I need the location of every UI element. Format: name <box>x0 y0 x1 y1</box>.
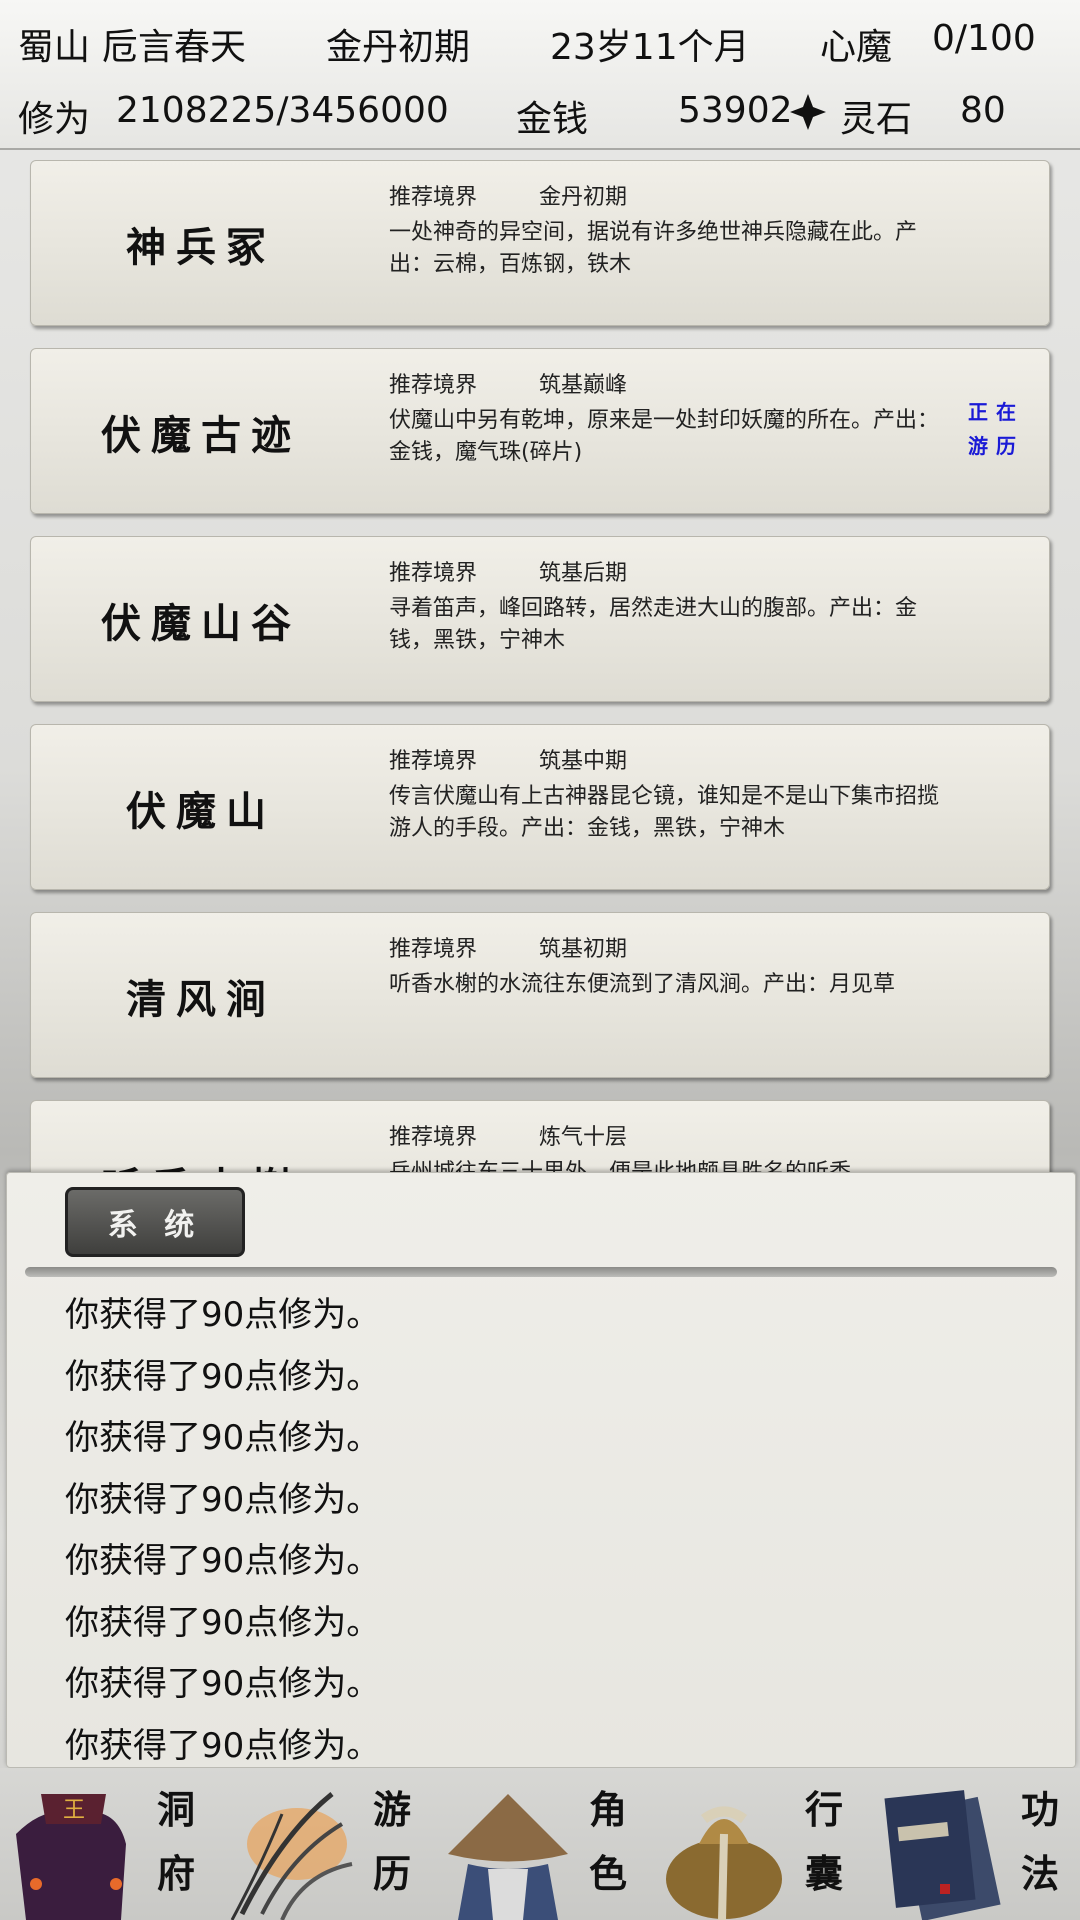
traveling-status-badge: 正在游历 <box>968 400 1024 458</box>
log-message: 你获得了90点修为。 <box>65 1602 381 1643</box>
system-tab[interactable]: 系 统 <box>65 1187 245 1257</box>
spirit-stone-icon <box>790 94 826 130</box>
player-realm: 金丹初期 <box>326 27 471 68</box>
player-name: 卮言春天 <box>102 27 247 68</box>
log-message: 你获得了90点修为。 <box>65 1541 381 1581</box>
location-card[interactable]: 神兵冢 推荐境界 金丹初期 一处神奇的异空间，据说有许多绝世神兵隐藏在此。产出：… <box>30 160 1050 326</box>
recommended-realm-label: 推荐境界 <box>389 185 478 210</box>
location-description: 寻着笛声，峰回路转，居然走进大山的腹部。产出：金钱，黑铁，宁神木 <box>389 596 918 653</box>
location-name: 清风涧 <box>126 976 276 1023</box>
recommended-realm-value: 筑基中期 <box>539 749 628 774</box>
recommended-realm-label: 推荐境界 <box>389 937 478 962</box>
demon-value: 0/100 <box>932 18 1036 59</box>
system-message-panel: 系 统 你获得了90点修为。 你获得了90点修为。 你获得了90点修为。 你获得… <box>6 1172 1076 1768</box>
status-bar: 蜀山 卮言春天 金丹初期 23岁11个月 心魔 0/100 修为 2108225… <box>0 0 1080 150</box>
player-age: 23岁11个月 <box>550 27 750 68</box>
demon-label: 心魔 <box>820 27 893 68</box>
bag-icon <box>666 1806 782 1920</box>
nav-label: 游历 <box>372 1787 411 1896</box>
location-description: 一处神奇的异空间，据说有许多绝世神兵隐藏在此。产出：云棉，百炼钢，铁木 <box>389 220 918 277</box>
money-value: 53902 <box>678 90 793 131</box>
recommended-realm-value: 筑基巅峰 <box>539 373 628 398</box>
recommended-realm-label: 推荐境界 <box>389 561 478 586</box>
money-label: 金钱 <box>516 99 589 140</box>
recommended-realm-value: 筑基后期 <box>539 561 628 586</box>
log-message: 你获得了90点修为。 <box>65 1418 381 1458</box>
nav-skills[interactable]: 功法 <box>864 1768 1080 1920</box>
stone-label: 灵石 <box>840 99 913 140</box>
recommended-realm-label: 推荐境界 <box>389 373 478 398</box>
location-name: 伏魔古迹 <box>101 412 301 459</box>
cave-dwelling-icon: 王 <box>16 1794 126 1920</box>
cultivation-label: 修为 <box>18 99 91 140</box>
character-icon <box>448 1794 568 1920</box>
location-name: 伏魔山谷 <box>101 600 301 647</box>
location-card[interactable]: 清风涧 推荐境界 筑基初期 听香水榭的水流往东便流到了清风涧。产出：月见草 <box>30 912 1050 1078</box>
nav-cave-dwelling[interactable]: 王 洞府 <box>0 1768 216 1920</box>
location-card[interactable]: 伏魔山 推荐境界 筑基中期 传言伏魔山有上古神器昆仑镜，谁知是不是山下集市招揽游… <box>30 724 1050 890</box>
location-card[interactable]: 伏魔古迹 推荐境界 筑基巅峰 伏魔山中另有乾坤，原来是一处封印妖魔的所在。产出：… <box>30 348 1050 514</box>
log-message: 你获得了90点修为。 <box>65 1664 381 1704</box>
location-name: 伏魔山 <box>126 788 276 835</box>
skill-book-icon <box>884 1790 1001 1920</box>
nav-label: 洞府 <box>156 1787 195 1896</box>
nav-character[interactable]: 角色 <box>432 1768 648 1920</box>
location-description: 传言伏魔山有上古神器昆仑镜，谁知是不是山下集市招揽游人的手段。产出：金钱，黑铁，… <box>389 784 940 841</box>
location-description: 伏魔山中另有乾坤，原来是一处封印妖魔的所在。产出：金钱，魔气珠(碎片) <box>389 408 940 465</box>
log-message: 你获得了90点修为。 <box>65 1479 381 1520</box>
location-description: 听香水榭的水流往东便流到了清风涧。产出：月见草 <box>389 972 896 997</box>
nav-bag[interactable]: 行囊 <box>648 1768 864 1920</box>
panel-divider <box>25 1267 1057 1277</box>
svg-text:王: 王 <box>63 1798 85 1823</box>
nav-label: 功法 <box>1020 1787 1059 1896</box>
location-name: 神兵冢 <box>126 224 276 271</box>
recommended-realm-label: 推荐境界 <box>389 1125 478 1150</box>
travel-icon <box>230 1792 353 1920</box>
recommended-realm-value: 炼气十层 <box>539 1125 628 1150</box>
bottom-nav: 王 洞府 游历 角色 行 囊 功 法 <box>0 1768 1080 1920</box>
nav-label: 角色 <box>588 1787 627 1896</box>
sect-name: 蜀山 <box>18 27 91 68</box>
nav-label: 行囊 <box>804 1787 843 1896</box>
recommended-realm-label: 推荐境界 <box>389 749 478 774</box>
recommended-realm-value: 筑基初期 <box>539 937 628 962</box>
cultivation-value: 2108225/3456000 <box>116 90 449 131</box>
log-message: 你获得了90点修为。 <box>65 1295 381 1335</box>
stone-value: 80 <box>960 90 1006 131</box>
nav-travel[interactable]: 游历 <box>216 1768 432 1920</box>
log-message: 你获得了90点修为。 <box>65 1356 381 1397</box>
recommended-realm-value: 金丹初期 <box>539 185 628 210</box>
location-card[interactable]: 伏魔山谷 推荐境界 筑基后期 寻着笛声，峰回路转，居然走进大山的腹部。产出：金钱… <box>30 536 1050 702</box>
message-log[interactable]: 你获得了90点修为。 你获得了90点修为。 你获得了90点修为。 你获得了90点… <box>65 1285 1025 1777</box>
